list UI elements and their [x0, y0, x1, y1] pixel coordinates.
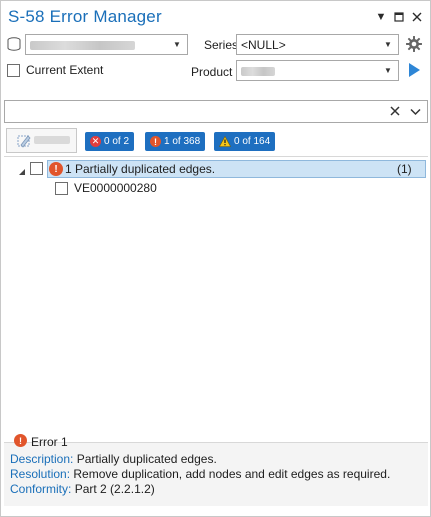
description-value: Partially duplicated edges. [76, 452, 217, 466]
warnings-filter-button[interactable]: ! 1 of 368 [145, 132, 206, 151]
obscured-product-name [241, 66, 275, 76]
dropdown-arrow-icon: ▼ [384, 66, 392, 75]
child-checkbox[interactable] [55, 182, 68, 195]
obscured-database-name [30, 40, 135, 50]
search-dropdown-chevron-icon[interactable] [410, 105, 422, 117]
pane-title: S-58 Error Manager [8, 7, 162, 26]
current-extent-label: Current Extent [26, 63, 104, 77]
product-label: Product [191, 65, 233, 79]
resolution-label: Resolution: [10, 467, 71, 481]
maximize-icon[interactable] [392, 10, 406, 24]
description-label: Description: [10, 452, 74, 466]
results-tree [4, 156, 428, 438]
current-extent-checkbox[interactable] [7, 64, 20, 77]
series-value: <NULL> [241, 37, 286, 52]
search-input[interactable] [4, 100, 428, 123]
warning-exclamation-icon: ! [150, 136, 161, 147]
run-play-icon[interactable] [407, 62, 421, 78]
series-combo[interactable]: <NULL> ▼ [236, 34, 399, 55]
series-label: Series [204, 38, 239, 52]
conformity-row: Conformity: Part 2 (2.2.1.2) [10, 482, 155, 496]
description-row: Description: Partially duplicated edges. [10, 452, 217, 466]
dropdown-arrow-icon: ▼ [384, 40, 392, 49]
resolution-value: Remove duplication, add nodes and edit e… [73, 467, 391, 481]
product-combo[interactable]: ▼ [236, 60, 399, 81]
caution-triangle-icon [219, 136, 231, 147]
database-icon [6, 36, 22, 52]
conformity-value: Part 2 (2.2.1.2) [74, 482, 155, 496]
obscured-button-label [34, 136, 70, 144]
group-checkbox[interactable] [30, 162, 43, 175]
error-heading: Error 1 [31, 435, 68, 449]
errors-count: 0 of 2 [104, 136, 130, 147]
tree-child-item[interactable]: VE0000000280 [74, 181, 157, 195]
resolution-row: Resolution: Remove duplication, add node… [10, 467, 390, 481]
close-icon[interactable] [410, 10, 424, 24]
warning-exclamation-icon: ! [14, 434, 27, 447]
expand-collapse-arrow-icon[interactable] [18, 165, 26, 175]
dropdown-arrow-icon: ▼ [173, 40, 181, 49]
group-count: (1) [397, 162, 412, 176]
conformity-label: Conformity: [10, 482, 72, 496]
pane-menu-chevron-icon[interactable]: ▼ [374, 10, 388, 24]
errors-filter-button[interactable]: ✕ 0 of 2 [85, 132, 135, 151]
warning-exclamation-icon: ! [49, 162, 63, 176]
warnings-count: 1 of 368 [164, 136, 201, 147]
database-combo[interactable]: ▼ [25, 34, 188, 55]
clear-search-icon[interactable] [390, 105, 402, 117]
select-features-button[interactable] [6, 128, 77, 153]
caution-count: 0 of 164 [234, 136, 271, 147]
caution-filter-button[interactable]: 0 of 164 [214, 132, 276, 151]
error-manager-pane: S-58 Error Manager ▼ ▼ Series <NULL> ▼ C… [0, 0, 431, 517]
group-label: 1 Partially duplicated edges. [65, 162, 216, 176]
error-x-icon: ✕ [90, 136, 101, 147]
settings-gear-icon[interactable] [405, 35, 423, 53]
